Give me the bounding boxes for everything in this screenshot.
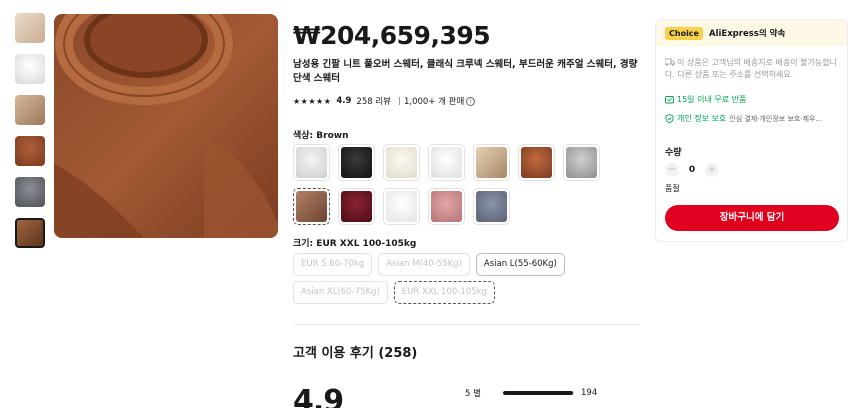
divider — [399, 97, 400, 105]
color-swatch-slate[interactable] — [473, 188, 510, 225]
privacy-protection[interactable]: 개인 정보 보호 안심 결제·개인정보 보호·제우... — [665, 113, 822, 124]
privacy-subtext: 안심 결제·개인정보 보호·제우... — [729, 114, 823, 123]
color-swatch-camel[interactable] — [473, 144, 510, 181]
soldout-status: 품절 — [665, 184, 680, 193]
color-swatch-brown[interactable] — [293, 188, 330, 225]
quantity-increase-button[interactable]: + — [705, 163, 719, 177]
quantity-value: 0 — [688, 165, 696, 175]
color-label: 색상: Brown — [293, 131, 349, 141]
quantity-label: 수량 — [665, 148, 682, 158]
size-option[interactable]: Asian XL(60-75Kg) — [293, 281, 388, 304]
size-option[interactable]: Asian M(40-55Kg) — [378, 253, 470, 276]
color-swatch-white[interactable] — [428, 144, 465, 181]
color-swatch-lightgray[interactable] — [293, 144, 330, 181]
rating-bar-fill — [503, 391, 573, 395]
big-rating: 4.9 — [293, 384, 344, 408]
color-swatch-rust[interactable] — [518, 144, 555, 181]
section-divider — [293, 324, 640, 325]
size-option[interactable]: Asian L(55-60Kg) — [475, 253, 565, 276]
price: ₩204,659,395 — [293, 21, 491, 50]
rating-bar-track — [503, 391, 575, 395]
thumbnail-beige-sweater[interactable] — [15, 13, 45, 43]
color-swatch-silver[interactable] — [563, 144, 600, 181]
color-swatch-wine[interactable] — [338, 188, 375, 225]
color-swatch-black[interactable] — [338, 144, 375, 181]
free-return-text: 15일 이내 무료 반품 — [677, 95, 747, 104]
color-swatch-cream[interactable] — [383, 144, 420, 181]
rating-value: 4.9 — [336, 96, 352, 106]
size-label: 크기: EUR XXL 100-105kg — [293, 239, 417, 249]
thumbnail-gray-sweater[interactable] — [15, 177, 45, 207]
shield-icon — [665, 114, 674, 123]
truck-icon — [665, 58, 675, 66]
free-return[interactable]: 15일 이내 무료 반품 — [665, 94, 746, 105]
thumbnail-tan-sweater[interactable] — [15, 95, 45, 125]
privacy-text: 개인 정보 보호 — [677, 114, 727, 123]
sold-count: 1,000+ 개 판매 — [404, 97, 465, 107]
product-info: ₩204,659,395 남성용 긴팔 니트 풀오버 스웨터, 클래식 크루넥 … — [293, 20, 643, 107]
thumbnail-white-sweater[interactable] — [15, 54, 45, 84]
thumbnail-rust-sweater[interactable] — [15, 136, 45, 166]
choice-badge: Choice — [665, 26, 703, 40]
product-title: 남성용 긴팔 니트 풀오버 스웨터, 클래식 크루넥 스웨터, 부드러운 캐주얼… — [293, 59, 638, 84]
shipping-notice: 이 상품은 고객님의 배송지로 배송이 불가능합니다. 다른 상품 또는 주소를… — [665, 57, 841, 81]
rating-bar-label: 5 별 — [465, 389, 481, 399]
promise-heading: AliExpress의 약속 — [708, 29, 786, 39]
rating-bar-count: 194 — [581, 388, 598, 398]
rating-stars-icon: ★★★★★ — [293, 96, 332, 106]
review-count[interactable]: 258 리뷰 — [356, 95, 391, 107]
add-to-cart-button[interactable]: 장바구니에 담기 — [665, 205, 839, 231]
size-option[interactable]: EUR S 60-70kg — [293, 253, 373, 276]
thumbnail-brown-sweater[interactable] — [15, 218, 45, 248]
rating-bar-row: 5 별 194 — [465, 387, 597, 399]
size-option-selected[interactable]: EUR XXL 100-105kg — [393, 281, 495, 304]
color-swatch-pink[interactable] — [428, 188, 465, 225]
quantity-decrease-button[interactable]: − — [665, 163, 679, 177]
choice-header: Choice AliExpress의 약속 — [656, 20, 847, 46]
shipping-notice-text: 이 상품은 고객님의 배송지로 배송이 불가능합니다. 다른 상품 또는 주소를… — [665, 58, 837, 79]
sweater-photo — [54, 14, 278, 238]
return-icon — [665, 96, 674, 104]
main-product-image[interactable] — [54, 14, 278, 238]
rating-row: ★★★★★ 4.9 258 리뷰 1,000+ 개 판매 i — [293, 95, 643, 107]
color-options — [293, 144, 643, 225]
info-icon[interactable]: i — [466, 96, 476, 106]
size-options: EUR S 60-70kg Asian M(40-55Kg) Asian L(5… — [293, 253, 593, 304]
thumbnail-column — [15, 13, 47, 259]
color-swatch-white-2[interactable] — [383, 188, 420, 225]
quantity-stepper: − 0 + — [665, 163, 719, 177]
reviews-title: 고객 이용 후기 (258) — [293, 346, 418, 361]
